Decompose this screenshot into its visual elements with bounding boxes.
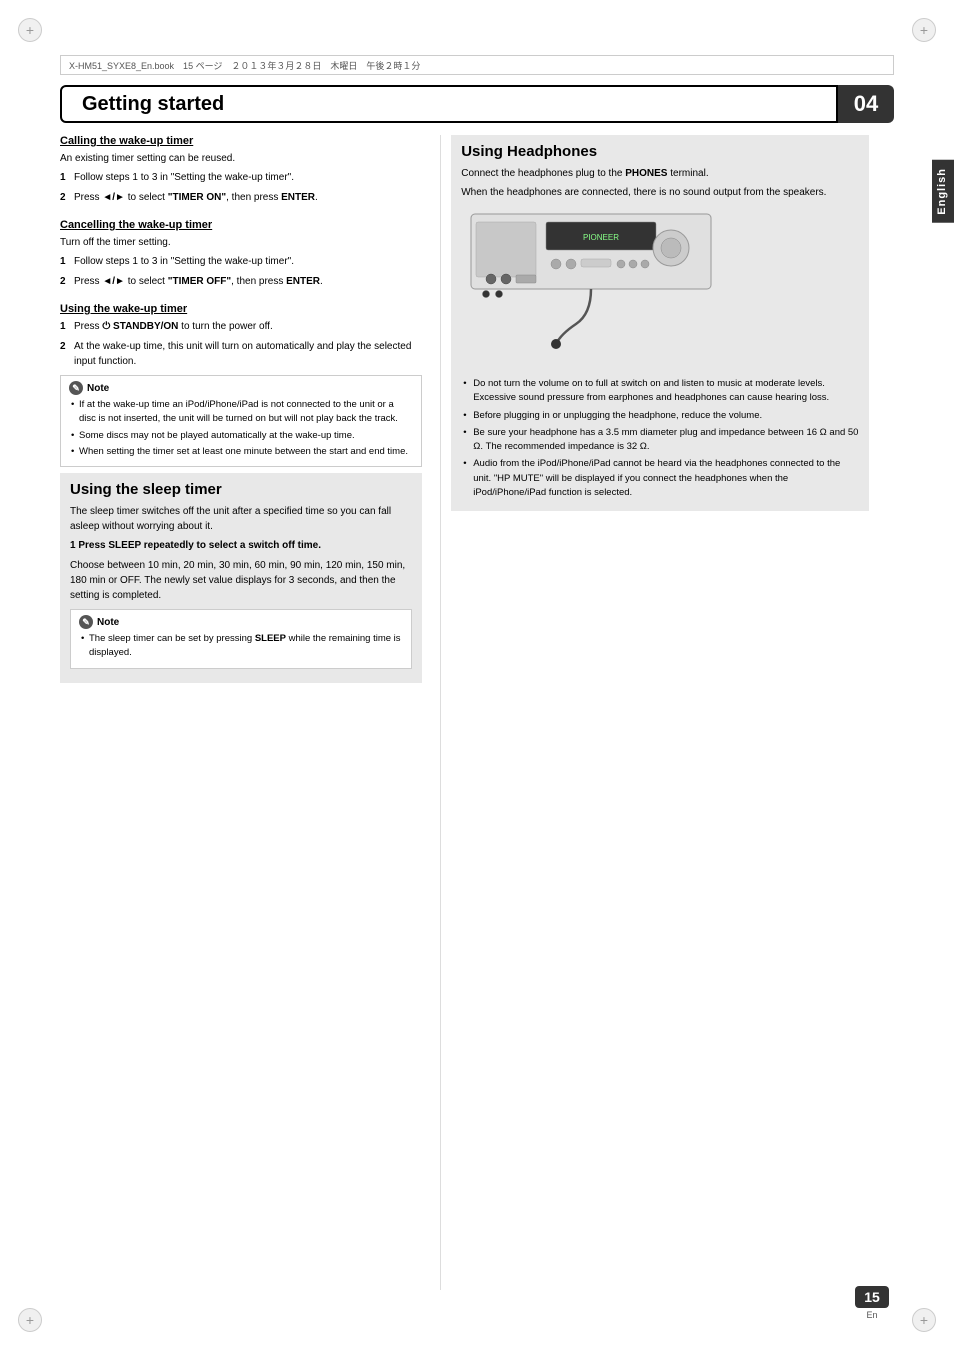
sleep-timer-desc: The sleep timer switches off the unit af…: [70, 504, 412, 534]
cancelling-timer-heading: Cancelling the wake-up timer: [60, 219, 422, 231]
headphones-section: Using Headphones Connect the headphones …: [451, 135, 869, 511]
left-column: Calling the wake-up timer An existing ti…: [60, 135, 440, 1290]
file-bar-text: X-HM51_SYXE8_En.book 15 ページ ２０１３年３月２８日 木…: [69, 59, 420, 72]
page-lang: En: [866, 1310, 877, 1320]
note-icon: ✎: [79, 615, 93, 629]
chapter-number: 04: [838, 85, 894, 123]
using-timer-heading: Using the wake-up timer: [60, 303, 422, 315]
corner-mark-br: [912, 1308, 936, 1332]
note-header: ✎ Note: [79, 615, 403, 629]
step-text: Follow steps 1 to 3 in "Setting the wake…: [74, 254, 422, 269]
note-icon: ✎: [69, 381, 83, 395]
page-number-box: 15: [855, 1286, 889, 1308]
step-num: 1: [60, 254, 70, 269]
corner-mark-tl: [18, 18, 42, 42]
corner-mark-bl: [18, 1308, 42, 1332]
calling-timer-step2: 2 Press ◄/► to select "TIMER ON", then p…: [60, 190, 422, 205]
headphones-title: Using Headphones: [461, 143, 859, 160]
headphones-bullet-2: Before plugging in or unplugging the hea…: [461, 409, 859, 423]
step-num: 2: [60, 190, 70, 205]
note-header: ✎ Note: [69, 381, 413, 395]
right-column: Using Headphones Connect the headphones …: [440, 135, 869, 1290]
device-svg: PIONEER: [461, 204, 721, 364]
calling-timer-desc: An existing timer setting can be reused.: [60, 151, 422, 166]
cancelling-timer-step1: 1 Follow steps 1 to 3 in "Setting the wa…: [60, 254, 422, 269]
svg-text:PIONEER: PIONEER: [583, 233, 619, 242]
chapter-header: Getting started 04: [60, 85, 894, 123]
note-label: Note: [97, 617, 119, 628]
cancelling-timer-desc: Turn off the timer setting.: [60, 235, 422, 250]
headphones-bullet-list: Do not turn the volume on to full at swi…: [461, 377, 859, 500]
note-item-2: Some discs may not be played automatical…: [69, 429, 413, 443]
note-label: Note: [87, 383, 109, 394]
sleep-timer-step1: 1 Press SLEEP repeatedly to select a swi…: [70, 538, 412, 553]
headphones-bullet-1: Do not turn the volume on to full at swi…: [461, 377, 859, 406]
step-num: 1: [60, 319, 70, 334]
step-text: Follow steps 1 to 3 in "Setting the wake…: [74, 170, 422, 185]
page-number-area: 15 En: [855, 1286, 889, 1320]
language-side-tab: English: [932, 160, 954, 223]
sleep-timer-section: Using the sleep timer The sleep timer sw…: [60, 473, 422, 683]
step-text: Press ◄/► to select "TIMER OFF", then pr…: [74, 274, 422, 289]
chapter-title: Getting started: [60, 85, 838, 123]
calling-timer-heading: Calling the wake-up timer: [60, 135, 422, 147]
sleep-note-item-1: The sleep timer can be set by pressing S…: [79, 632, 403, 661]
headphones-bullet-4: Audio from the iPod/iPhone/iPad cannot b…: [461, 457, 859, 500]
calling-timer-step1: 1 Follow steps 1 to 3 in "Setting the wa…: [60, 170, 422, 185]
sleep-timer-note: ✎ Note The sleep timer can be set by pre…: [70, 609, 412, 669]
sleep-timer-title: Using the sleep timer: [70, 481, 412, 498]
sleep-timer-step1-detail: Choose between 10 min, 20 min, 30 min, 6…: [70, 558, 412, 603]
headphones-desc1: Connect the headphones plug to the PHONE…: [461, 166, 859, 181]
step-text: At the wake-up time, this unit will turn…: [74, 339, 422, 369]
note-item-3: When setting the timer set at least one …: [69, 445, 413, 459]
cancelling-timer-step2: 2 Press ◄/► to select "TIMER OFF", then …: [60, 274, 422, 289]
step-text: 1 Press SLEEP repeatedly to select a swi…: [70, 538, 412, 553]
using-timer-step2: 2 At the wake-up time, this unit will tu…: [60, 339, 422, 369]
using-timer-step1: 1 Press ⏻ STANDBY/ON to turn the power o…: [60, 319, 422, 334]
note-item-1: If at the wake-up time an iPod/iPhone/iP…: [69, 398, 413, 427]
step-num: 2: [60, 274, 70, 289]
step-text: Press ◄/► to select "TIMER ON", then pre…: [74, 190, 422, 205]
corner-mark-tr: [912, 18, 936, 42]
device-image-container: PIONEER: [461, 204, 859, 367]
headphones-desc2: When the headphones are connected, there…: [461, 185, 859, 200]
headphones-bullet-3: Be sure your headphone has a 3.5 mm diam…: [461, 426, 859, 455]
using-timer-note: ✎ Note If at the wake-up time an iPod/iP…: [60, 375, 422, 467]
file-bar: X-HM51_SYXE8_En.book 15 ページ ２０１３年３月２８日 木…: [60, 55, 894, 75]
step-text: Press ⏻ STANDBY/ON to turn the power off…: [74, 319, 422, 334]
sleep-step1-heading: 1 Press SLEEP repeatedly to select a swi…: [70, 540, 321, 551]
step-num: 1: [60, 170, 70, 185]
main-content: Calling the wake-up timer An existing ti…: [60, 135, 869, 1290]
step-num: 2: [60, 339, 70, 369]
